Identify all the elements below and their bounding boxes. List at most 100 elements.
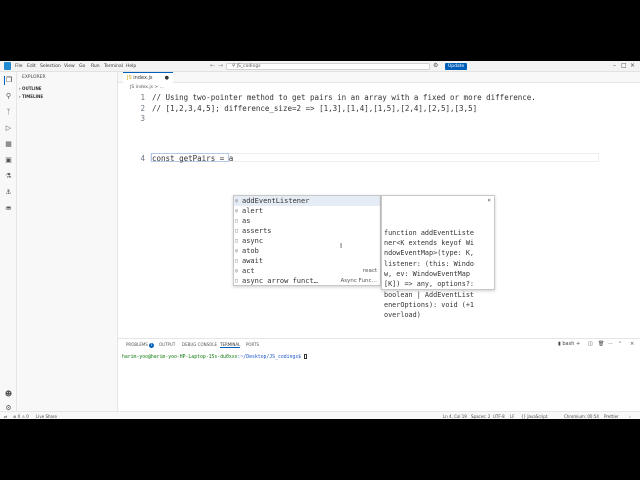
tab-debug-console[interactable]: DEBUG CONSOLE xyxy=(182,342,217,347)
menu-help[interactable]: Help xyxy=(126,64,136,69)
editor-tabs: JS index.js ● xyxy=(118,72,640,83)
command-center[interactable]: ⚲ JS_codings xyxy=(226,63,430,70)
suggestion-item[interactable]: ◎ act react xyxy=(234,266,380,276)
code-line: // [1,2,3,4,5]; difference_size=2 => [1,… xyxy=(152,103,478,113)
docker-icon[interactable]: ⚓ xyxy=(4,188,13,197)
suggestion-label: alert xyxy=(242,207,264,215)
source-control-icon[interactable]: ᛉ xyxy=(4,108,13,117)
suggestion-item[interactable]: □ asserts xyxy=(234,226,380,236)
keyword-icon: □ xyxy=(235,218,239,224)
terminal-output[interactable]: harim-yoo@harim-yoo-HP-Laptop-15s-du0xxx… xyxy=(122,354,307,360)
menu-file[interactable]: File xyxy=(15,64,23,69)
prettier-status[interactable]: Prettier xyxy=(604,414,619,419)
suggestion-item[interactable]: □ await xyxy=(234,256,380,266)
remote-indicator-icon[interactable]: ⇄ xyxy=(4,414,7,419)
line-number: 4 xyxy=(140,154,145,163)
terminal-path: :~/Desktop/JS_codings$ xyxy=(237,355,304,360)
problems-count-badge: 1 xyxy=(149,343,155,348)
tab-terminal[interactable]: TERMINAL xyxy=(220,342,241,348)
method-icon: ◎ xyxy=(235,208,239,214)
suggestion-item[interactable]: ◎ alert xyxy=(234,206,380,216)
split-terminal-icon[interactable]: ◫ xyxy=(588,341,593,347)
update-button[interactable]: Update xyxy=(445,63,468,70)
outline-section[interactable]: › OUTLINE xyxy=(19,86,42,91)
tab-index-js[interactable]: JS index.js ● xyxy=(123,72,173,83)
menu-selection[interactable]: Selection xyxy=(40,64,61,69)
close-icon[interactable]: × xyxy=(487,196,491,206)
indentation-status[interactable]: Spaces: 2 xyxy=(471,414,490,419)
nav-forward-icon[interactable]: → xyxy=(218,62,223,69)
terminal-icon: ▮ xyxy=(558,341,561,347)
unsaved-dot-icon[interactable]: ● xyxy=(165,73,169,83)
line-number: 2 xyxy=(140,103,145,113)
autocomplete-popup: ◎ addEventListener ◎ alert □ as □ asserts □ a… xyxy=(233,195,381,286)
breadcrumb[interactable]: JS index.js > ... xyxy=(130,85,164,90)
vscode-logo-icon xyxy=(4,62,11,70)
code-line: const getPairs = a xyxy=(152,154,234,163)
timeline-label: TIMELINE xyxy=(22,94,44,99)
run-debug-icon[interactable]: ▷ xyxy=(4,124,13,133)
tab-problems[interactable]: PROBLEMS 1 xyxy=(126,342,155,348)
suggestion-label: await xyxy=(242,257,264,265)
notifications-bell-icon[interactable]: ♭ xyxy=(629,414,631,419)
suggestion-item[interactable]: ◎ addEventListener xyxy=(234,196,380,206)
suggestion-docs-popup: × function addEventListe ner<K extends k… xyxy=(381,195,495,319)
account-icon[interactable]: ☻ xyxy=(4,390,13,399)
terminal-shell-selector[interactable]: ▮ bash xyxy=(558,341,574,347)
minimize-icon[interactable]: – xyxy=(613,62,616,69)
tab-label: index.js xyxy=(133,75,153,81)
method-icon: ◎ xyxy=(235,248,239,254)
menu-view[interactable]: View xyxy=(64,64,75,69)
text-cursor-icon: I xyxy=(340,242,343,250)
suggestion-label: asserts xyxy=(242,227,272,235)
extensions-icon[interactable]: ▦ xyxy=(4,140,13,149)
cursor-position[interactable]: Ln 4, Col 19 xyxy=(443,414,467,419)
database-icon[interactable]: ⛂ xyxy=(4,204,13,213)
suggestion-item[interactable]: □ as xyxy=(234,216,380,226)
encoding-status[interactable]: UTF-8 xyxy=(493,414,505,419)
suggestion-item[interactable]: ◎ atob xyxy=(234,246,380,256)
trash-icon[interactable]: 🗑 xyxy=(598,341,604,347)
files-icon[interactable]: ❐ xyxy=(4,76,13,85)
suggestion-label: act xyxy=(242,267,255,275)
problems-status[interactable]: ⊗ 0 ⚠ 0 xyxy=(13,414,29,419)
close-panel-icon[interactable]: × xyxy=(630,341,634,347)
suggestion-label: async arrow funct… xyxy=(242,277,318,285)
timeline-section[interactable]: › TIMELINE xyxy=(19,94,43,99)
terminal-user: harim-yoo@harim-yoo-HP-Laptop-15s-du0xxx xyxy=(122,355,238,360)
testing-icon[interactable]: ⚗ xyxy=(4,172,13,181)
method-icon: ◎ xyxy=(235,198,239,204)
add-terminal-icon[interactable]: + xyxy=(576,341,580,347)
nav-back-icon[interactable]: ← xyxy=(210,62,215,69)
suggestion-item[interactable]: □ async arrow funct… Async Func… xyxy=(234,276,380,286)
shell-label: bash xyxy=(562,341,575,347)
chromium-status[interactable]: Chromium: 00:54 xyxy=(564,414,599,419)
eol-status[interactable]: LF xyxy=(510,414,515,419)
snippet-icon: □ xyxy=(235,278,239,284)
close-window-icon[interactable]: × xyxy=(630,62,635,69)
tab-ports[interactable]: PORTS xyxy=(246,342,259,347)
menu-edit[interactable]: Edit xyxy=(27,64,36,69)
outline-label: OUTLINE xyxy=(22,86,42,91)
sidebar-title: EXPLORER xyxy=(22,75,46,80)
keyword-icon: □ xyxy=(235,238,239,244)
docs-text: function addEventListe ner<K extends key… xyxy=(384,228,475,320)
maximize-panel-icon[interactable]: ⌃ xyxy=(618,341,622,347)
maximize-icon[interactable]: □ xyxy=(621,62,627,69)
search-icon: ⚲ xyxy=(232,64,236,69)
remote-icon[interactable]: ▣ xyxy=(4,156,13,165)
more-actions-icon[interactable]: ⋯ xyxy=(608,341,613,347)
live-share-status[interactable]: Live Share xyxy=(36,414,57,419)
language-mode[interactable]: {} JavaScript xyxy=(521,414,547,419)
tab-problems-label: PROBLEMS xyxy=(126,342,148,347)
suggestion-item[interactable]: □ async xyxy=(234,236,380,246)
keyword-icon: □ xyxy=(235,228,239,234)
menu-run[interactable]: Run xyxy=(91,64,100,69)
activity-bar: ❐ ⚲ ᛉ ▷ ▦ ▣ ⚗ ⚓ ⛂ ☻ ⚙ xyxy=(0,72,17,412)
keyword-icon: □ xyxy=(235,258,239,264)
tab-output[interactable]: OUTPUT xyxy=(159,342,175,347)
search-icon[interactable]: ⚲ xyxy=(4,92,13,101)
menu-go[interactable]: Go xyxy=(79,64,85,69)
account-icon[interactable]: ⚙ xyxy=(433,62,438,69)
menu-terminal[interactable]: Terminal xyxy=(104,64,123,69)
